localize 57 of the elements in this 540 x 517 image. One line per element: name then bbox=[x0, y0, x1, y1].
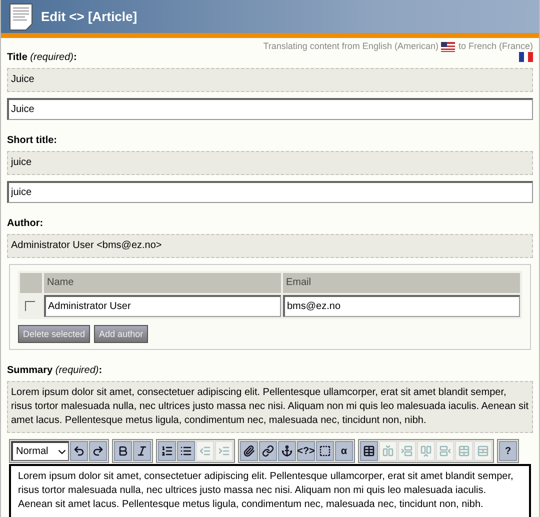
original-text: Lorem ipsum dolor sit amet, consectetuer adipiscing elit. Pellentesque ullamcorper, erat sit amet blandit semper, risus tortor malesuada nulla, nec ultrices justo massa nec nisi. Aliquam non mi quis leo malesuada iaculis. Aenean sit amet lacus. Pellentesque metus ligula, condimentum nec, malesuada nec, tincidunt non, nibh. bbox=[7, 381, 533, 433]
toolbar-button[interactable]: <?> bbox=[297, 441, 315, 461]
insert-column-icon bbox=[420, 445, 432, 457]
insert-row-icon bbox=[439, 445, 451, 457]
column-header: Email bbox=[283, 273, 520, 293]
numbered-list-button[interactable] bbox=[158, 441, 176, 461]
us-flag-icon bbox=[441, 42, 456, 52]
toolbar-button[interactable]: ? bbox=[499, 441, 517, 461]
style-select[interactable]: Normal bbox=[11, 441, 69, 461]
table-header bbox=[20, 273, 42, 293]
anchor-icon bbox=[281, 445, 293, 457]
outdent-icon bbox=[199, 445, 211, 457]
dashed-square-icon bbox=[319, 445, 331, 457]
link-icon bbox=[262, 445, 274, 457]
table-icon bbox=[363, 445, 375, 457]
bold-icon bbox=[117, 445, 129, 457]
email-input[interactable]: bms@ez.no bbox=[283, 295, 520, 317]
toolbar-button[interactable]: α bbox=[335, 441, 353, 461]
text-input[interactable]: juice bbox=[7, 181, 533, 203]
original-text: juice bbox=[7, 151, 533, 175]
field-label: Short title: bbox=[7, 135, 57, 147]
indent-icon bbox=[218, 445, 230, 457]
bold-button[interactable] bbox=[114, 441, 132, 461]
original-text: Administrator User <bms@ez.no> bbox=[7, 234, 533, 258]
redo-icon bbox=[92, 445, 104, 457]
paperclip-button[interactable] bbox=[240, 441, 258, 461]
translation-note: Translating content from English (American) bbox=[263, 41, 438, 52]
italic-icon bbox=[136, 445, 148, 457]
merge-cells-icon bbox=[458, 445, 470, 457]
anchor-button[interactable] bbox=[278, 441, 296, 461]
numbered-list-icon bbox=[161, 445, 173, 457]
field-label: Title (required): bbox=[7, 52, 77, 64]
field-label: Summary (required): bbox=[7, 365, 102, 377]
french-flag-icon bbox=[519, 52, 533, 62]
table-button[interactable] bbox=[360, 441, 378, 461]
dashed-square-button[interactable] bbox=[316, 441, 334, 461]
bullet-list-icon bbox=[180, 445, 192, 457]
column-header: Name bbox=[44, 273, 281, 293]
editor-text[interactable]: Lorem ipsum dolor sit amet, consectetuer adipiscing elit. Pellentesque ullamcorper, erat sit amet blandit semper, risus tortor malesuada nulla, nec ultrices justo massa nec nisi. Aliquam non mi quis leo malesuada iaculis. Aenean sit amet lacus. Pellentesque metus ligula, condimentum nec, malesuada nec, tincidunt non, nibh. bbox=[9, 464, 531, 517]
undo-button[interactable] bbox=[70, 441, 88, 461]
italic-button[interactable] bbox=[133, 441, 151, 461]
document-icon bbox=[9, 2, 33, 30]
undo-icon bbox=[73, 445, 85, 457]
link-button[interactable] bbox=[259, 441, 277, 461]
field-label: Author: bbox=[7, 218, 44, 230]
text-input[interactable]: Juice bbox=[7, 98, 533, 120]
redo-button[interactable] bbox=[89, 441, 107, 461]
insert-column-icon bbox=[382, 445, 394, 457]
insert-row-icon bbox=[401, 445, 413, 457]
split-cells-icon bbox=[477, 445, 489, 457]
page-title: Edit <> [Article] bbox=[41, 9, 138, 24]
translation-target: to French (France) bbox=[458, 41, 533, 52]
original-text: Juice bbox=[7, 68, 533, 92]
bullet-list-button[interactable] bbox=[177, 441, 195, 461]
row-checkbox[interactable] bbox=[25, 301, 35, 311]
name-input[interactable]: Administrator User bbox=[44, 295, 281, 317]
paperclip-icon bbox=[243, 445, 255, 457]
